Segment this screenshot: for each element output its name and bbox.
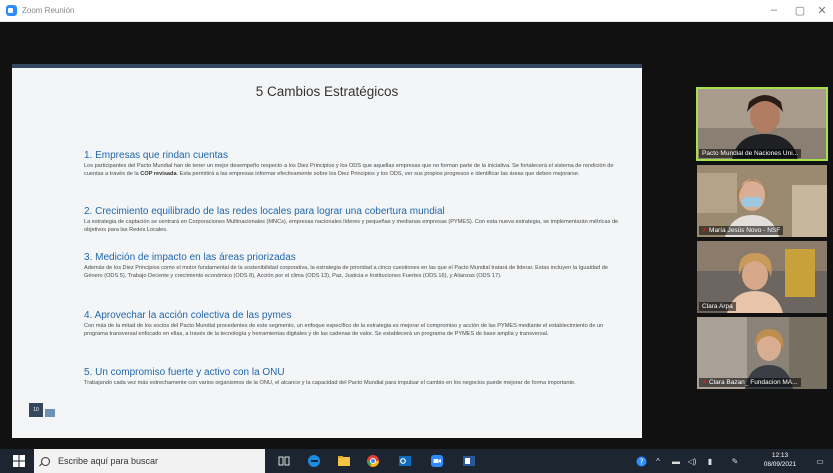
battery-icon[interactable]: ▮ [704, 449, 716, 473]
chrome-icon[interactable] [366, 454, 380, 468]
section-title: 2. Crecimiento equilibrado de las redes … [84, 206, 445, 217]
section-body: Además de los Diez Principios como el mo… [84, 265, 608, 279]
outlook-icon[interactable] [398, 454, 412, 468]
window-title: Zoom Reunión [22, 6, 75, 15]
section-1: 1. Empresas que rindan cuentas Los parti… [84, 150, 620, 178]
svg-text:?: ? [639, 457, 643, 466]
section-5: 5. Un compromiso fuerte y activo con la … [84, 367, 620, 388]
slide-page-marker [45, 409, 55, 417]
taskbar-clock[interactable]: 12:13 08/09/2021 [760, 451, 800, 469]
participant-tile[interactable]: ✗ Clara Bazan_ Fundacion MA... [697, 317, 827, 389]
section-title: 5. Un compromiso fuerte y activo con la … [84, 367, 285, 378]
section-title: 3. Medición de impacto en las áreas prio… [84, 252, 296, 263]
maximize-button[interactable]: ▢ [790, 4, 810, 17]
participant-tile[interactable]: ✗ María Jesús Novo - NSF [697, 165, 827, 237]
chevron-up-icon[interactable]: ^ [651, 449, 665, 473]
participant-name: Pacto Mundial de Naciones Uni... [699, 149, 802, 158]
shared-slide: 5 Cambios Estratégicos 1. Empresas que r… [12, 64, 642, 438]
participant-tile[interactable]: Pacto Mundial de Naciones Uni... [696, 87, 828, 161]
file-explorer-icon[interactable] [337, 454, 351, 468]
zoom-logo-icon [6, 5, 17, 16]
help-icon[interactable]: ? [633, 449, 649, 473]
section-body: La estrategia de captación se centrará e… [84, 219, 619, 233]
edge-icon[interactable] [307, 454, 321, 468]
pen-icon[interactable]: ✎ [728, 449, 742, 473]
minimize-button[interactable]: – [764, 4, 784, 16]
title-bar: Zoom Reunión – ▢ ✕ [0, 0, 833, 22]
notifications-icon[interactable]: ▭ [812, 449, 828, 473]
taskbar-search-box[interactable]: Escribe aquí para buscar [34, 449, 265, 473]
zoom-icon[interactable] [430, 454, 444, 468]
participant-tile[interactable]: Clara Arpa [697, 241, 827, 313]
task-view-icon[interactable] [277, 454, 291, 468]
slide-heading: 5 Cambios Estratégicos [255, 84, 399, 99]
participant-name: ✗ Clara Bazan_ Fundacion MA... [699, 378, 801, 387]
search-icon [41, 456, 50, 466]
meeting-view: 5 Cambios Estratégicos 1. Empresas que r… [0, 22, 833, 449]
slide-top-bar [12, 64, 642, 68]
word-icon[interactable] [462, 454, 476, 468]
volume-icon[interactable]: ◁) [685, 449, 699, 473]
section-4: 4. Aprovechar la acción colectiva de las… [84, 310, 620, 338]
section-body: Con más de la mitad de los socios del Pa… [84, 323, 604, 337]
participant-name: Clara Arpa [699, 302, 736, 311]
section-body: Los participantes del Pacto Mundial han … [84, 163, 614, 177]
clock-time: 12:13 [771, 452, 789, 459]
close-button[interactable]: ✕ [812, 4, 832, 17]
section-title: 4. Aprovechar la acción colectiva de las… [84, 310, 292, 321]
section-body-bold: COP revisada [140, 170, 177, 177]
windows-logo-icon [13, 455, 25, 467]
participant-name: ✗ María Jesús Novo - NSF [699, 226, 784, 235]
slide-page-number: 10 [29, 403, 43, 417]
section-3: 3. Medición de impacto en las áreas prio… [84, 252, 620, 280]
section-body: Trabajando cada vez más estrechamente co… [84, 380, 576, 386]
clock-date: 08/09/2021 [763, 461, 797, 468]
section-2: 2. Crecimiento equilibrado de las redes … [84, 206, 620, 234]
windows-start-button[interactable] [8, 449, 30, 473]
section-title: 1. Empresas que rindan cuentas [84, 150, 228, 161]
network-icon[interactable]: ▬ [669, 449, 683, 473]
muted-mic-icon: ✗ [702, 380, 708, 386]
muted-mic-icon: ✗ [702, 228, 708, 234]
taskbar: Escribe aquí para buscar ? ^ ▬ ◁) ▮ ✎ 12 [0, 449, 833, 473]
search-placeholder: Escribe aquí para buscar [58, 456, 159, 466]
